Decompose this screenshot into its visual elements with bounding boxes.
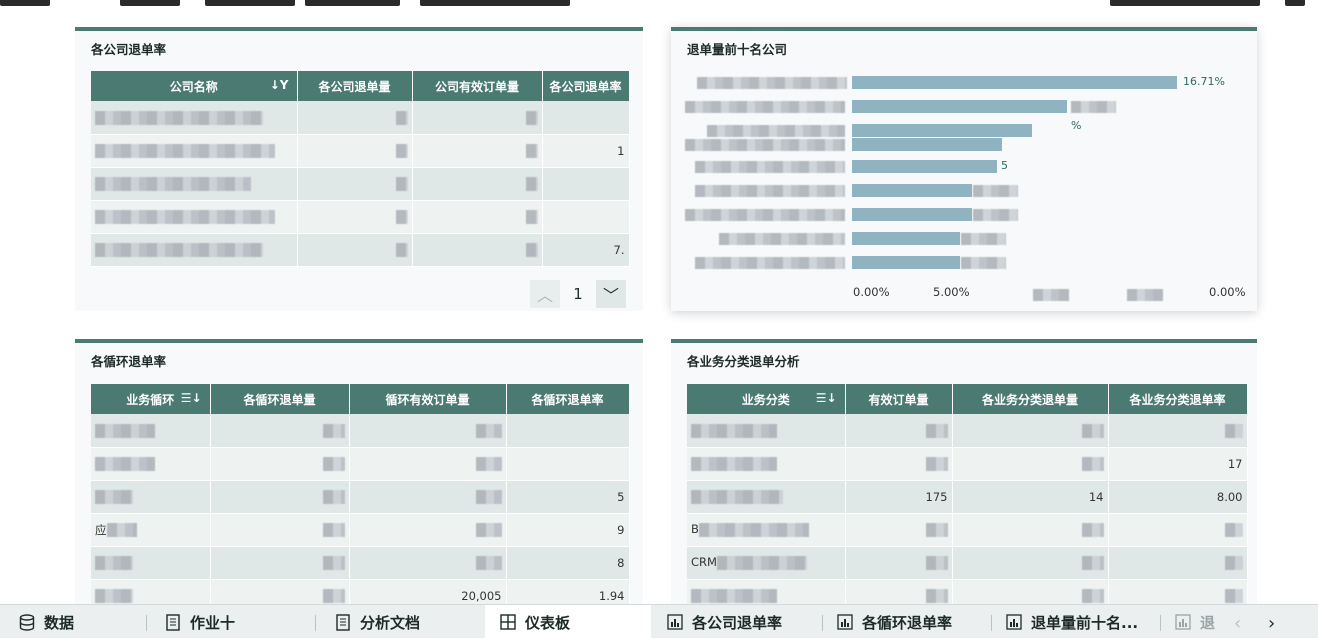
table-row[interactable] — [91, 101, 630, 135]
sort-icon[interactable]: ☰↓ — [181, 391, 202, 405]
tab-label: 退单量前十名... — [1031, 613, 1139, 632]
page-number: 1 — [573, 285, 583, 303]
data-label: 5 — [1001, 159, 1008, 172]
table-row[interactable]: 8 — [91, 546, 630, 580]
tab-label: 分析文档 — [360, 613, 421, 632]
column-header[interactable]: 循环有效订单量 — [349, 384, 507, 414]
column-header[interactable]: 有效订单量 — [845, 384, 953, 414]
tab-data[interactable]: 数据 — [4, 605, 144, 639]
tab-truncated[interactable]: 退 — [1160, 605, 1220, 639]
panel-title: 各循环退单率 — [91, 354, 167, 369]
tab-label: 数据 — [44, 613, 75, 632]
column-header-category[interactable]: 业务分类 ☰↓ — [687, 384, 846, 414]
tab-company-rate[interactable]: 各公司退单率 — [652, 605, 820, 639]
top-toolbar-sliver — [0, 0, 1318, 6]
tab-dashboard[interactable]: 仪表板 — [485, 605, 651, 639]
tab-label: 各公司退单率 — [692, 613, 783, 632]
panel-title: 各业务分类退单分析 — [687, 354, 800, 369]
x-tick-label: 0.00% — [853, 285, 890, 299]
pager: ︿ 1 ﹀ — [530, 280, 626, 308]
chart-bar[interactable] — [852, 208, 972, 221]
column-header-cycle[interactable]: 业务循环 ☰↓ — [91, 384, 211, 414]
column-header[interactable]: 各公司退单量 — [297, 71, 413, 101]
company-rate-table: 公司名称 ↓Y 各公司退单量 公司有效订单量 各公司退单率 1 7. — [91, 71, 630, 267]
sort-filter-icon[interactable]: ↓Y — [270, 78, 289, 92]
x-tick-label: 5.00% — [933, 285, 970, 299]
tab-analysis-doc[interactable]: 分析文档 — [320, 605, 482, 639]
tab-scroll-right-icon[interactable]: › — [1268, 613, 1275, 634]
data-label: 16.71% — [1183, 75, 1225, 88]
table-row[interactable] — [687, 414, 1248, 448]
table-row[interactable] — [91, 200, 630, 234]
table-row[interactable]: B — [687, 513, 1248, 547]
chart-bar[interactable] — [852, 232, 960, 245]
bar-chart-icon — [1005, 613, 1023, 631]
bar-chart-icon — [666, 613, 684, 631]
category-panel: 各业务分类退单分析 业务分类 ☰↓ 有效订单量 各业务分类退单量 各业务分类退单率… — [671, 339, 1257, 613]
document-icon — [164, 613, 182, 631]
database-icon — [18, 613, 36, 631]
chart-bar[interactable] — [852, 138, 1002, 151]
page-down-button[interactable]: ﹀ — [596, 280, 626, 308]
page-up-button[interactable]: ︿ — [530, 280, 560, 308]
tab-label: 作业十 — [190, 613, 236, 632]
column-header[interactable]: 各业务分类退单率 — [1108, 384, 1248, 414]
tab-label: 退 — [1200, 613, 1216, 632]
top10-companies-panel: 退单量前十名公司 16.71% % 5 0.00% 5.00% 0.00% — [671, 27, 1257, 311]
column-header[interactable]: 各循环退单量 — [210, 384, 350, 414]
table-row[interactable]: 175 14 8.00 — [687, 480, 1248, 514]
tab-cycle-rate[interactable]: 各循环退单率 — [822, 605, 990, 639]
cycle-rate-table: 业务循环 ☰↓ 各循环退单量 循环有效订单量 各循环退单率 5 应 9 8 20… — [91, 384, 630, 613]
bottom-tab-bar: 数据 作业十 分析文档 仪表板 各公司退单率 各循环退单率 退单量前十名... … — [0, 604, 1318, 639]
category-table: 业务分类 ☰↓ 有效订单量 各业务分类退单量 各业务分类退单率 17 175 14… — [687, 384, 1248, 613]
tab-label: 仪表板 — [525, 613, 571, 632]
bar-chart-icon — [836, 613, 854, 631]
data-label: % — [1071, 119, 1082, 132]
table-row[interactable]: CRM — [687, 546, 1248, 580]
column-header-company[interactable]: 公司名称 ↓Y — [91, 71, 298, 101]
table-row[interactable]: 17 — [687, 447, 1248, 481]
chart-bar[interactable] — [852, 124, 1032, 137]
chart-bar[interactable] — [852, 160, 997, 173]
tab-scroll-left-icon[interactable]: ‹ — [1234, 613, 1241, 634]
x-tick-label: 0.00% — [1209, 285, 1246, 299]
column-header[interactable]: 各公司退单率 — [542, 71, 630, 101]
document-icon — [334, 613, 352, 631]
table-row[interactable] — [91, 447, 630, 481]
panel-title: 退单量前十名公司 — [687, 42, 788, 57]
chart-bar[interactable] — [852, 76, 1177, 89]
cycle-rate-panel: 各循环退单率 业务循环 ☰↓ 各循环退单量 循环有效订单量 各循环退单率 5 应… — [75, 339, 643, 613]
table-row[interactable]: 5 — [91, 480, 630, 514]
column-header[interactable]: 公司有效订单量 — [412, 71, 543, 101]
chart-bar[interactable] — [852, 256, 960, 269]
bar-chart-icon — [1174, 613, 1192, 631]
chart-bar[interactable] — [852, 100, 1067, 113]
table-row[interactable]: 1 — [91, 134, 630, 168]
table-row[interactable]: 7. — [91, 233, 630, 267]
chart-bar[interactable] — [852, 184, 972, 197]
company-rate-panel: 各公司退单率 公司名称 ↓Y 各公司退单量 公司有效订单量 各公司退单率 1 7… — [75, 27, 643, 311]
table-row[interactable] — [91, 167, 630, 201]
column-header[interactable]: 各业务分类退单量 — [952, 384, 1109, 414]
tab-label: 各循环退单率 — [862, 613, 953, 632]
tab-top10[interactable]: 退单量前十名... — [991, 605, 1159, 639]
tab-job[interactable]: 作业十 — [150, 605, 310, 639]
table-row[interactable]: 应 9 — [91, 513, 630, 547]
dashboard-grid-icon — [499, 613, 517, 631]
table-row[interactable] — [91, 414, 630, 448]
sort-icon[interactable]: ☰↓ — [816, 391, 837, 405]
column-header[interactable]: 各循环退单率 — [506, 384, 630, 414]
panel-title: 各公司退单率 — [91, 42, 167, 57]
